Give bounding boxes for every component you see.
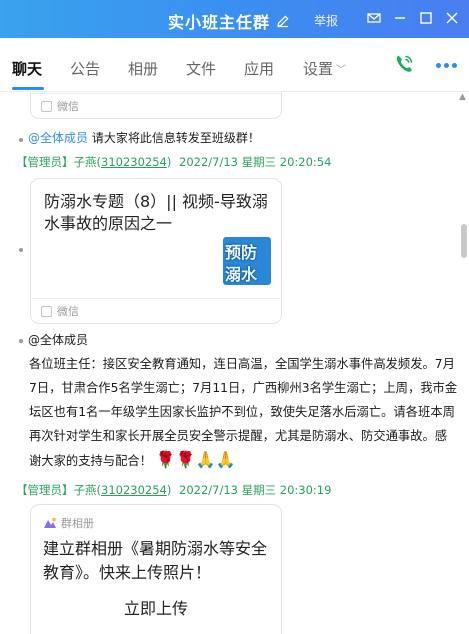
tab-settings[interactable]: 设置 ﹀ bbox=[303, 58, 346, 79]
video-thumbnail: 预防 溺水 bbox=[223, 237, 271, 285]
album-source: 群相册 bbox=[43, 515, 94, 531]
card-footer: 微信 bbox=[31, 93, 281, 118]
tab-files[interactable]: 文件 bbox=[186, 58, 216, 79]
card-source: 微信 bbox=[57, 305, 79, 318]
card-footer: 微信 bbox=[31, 298, 281, 323]
message-bullet bbox=[19, 339, 23, 343]
wechat-icon bbox=[41, 305, 52, 317]
sender-qq-link[interactable]: 310230254 bbox=[101, 155, 167, 169]
group-title: 实小班主任群 bbox=[168, 13, 271, 32]
more-options-icon[interactable] bbox=[436, 63, 457, 68]
tab-announcements[interactable]: 公告 bbox=[70, 58, 100, 79]
sender-name[interactable]: 子燕( bbox=[74, 155, 102, 169]
tab-apps[interactable]: 应用 bbox=[244, 58, 274, 79]
message-timestamp: 2022/7/13 星期三 20:20:54 bbox=[179, 155, 332, 169]
minimize-icon[interactable] bbox=[393, 11, 407, 25]
message-body: 请大家将此信息转发至班级群！ bbox=[91, 131, 260, 145]
upload-now-button[interactable]: 立即上传 bbox=[31, 595, 281, 619]
album-source-label: 群相册 bbox=[61, 517, 94, 530]
maximize-icon[interactable] bbox=[419, 11, 433, 25]
sender-meta: 【管理员】子燕(310230254) 2022/7/13 星期三 20:20:5… bbox=[16, 154, 331, 170]
video-share-card[interactable]: 防溺水专题（8）|| 视频-导致溺水事故的原因之一 预防 溺水 微信 bbox=[30, 178, 282, 324]
thumbnail-text: 溺水 bbox=[225, 265, 258, 284]
notice-emojis: 🌹🌹🙏🙏 bbox=[155, 450, 236, 469]
tab-album[interactable]: 相册 bbox=[128, 58, 158, 79]
scroll-up-icon[interactable]: ▲ bbox=[459, 92, 466, 102]
video-title: 防溺水专题（8）|| 视频-导致溺水事故的原因之一 bbox=[44, 192, 268, 233]
notice-text: 各位班主任：接区安全教育通知，连日高温，全国学生溺水事件高发频发。7月7日，甘肃… bbox=[29, 357, 458, 468]
sender-name[interactable]: 子燕( bbox=[74, 483, 102, 497]
tab-bar: 聊天 公告 相册 文件 应用 设置 ﹀ bbox=[0, 38, 469, 92]
mail-icon[interactable] bbox=[367, 11, 381, 25]
chat-area[interactable]: ▲ 微信 @全体成员 请大家将此信息转发至班级群！ 【管理员】子燕(310230… bbox=[0, 92, 469, 634]
message-timestamp: 2022/7/13 星期三 20:30:19 bbox=[179, 483, 332, 497]
card-source: 微信 bbox=[57, 100, 79, 113]
edit-icon[interactable] bbox=[276, 14, 290, 28]
tab-settings-label: 设置 bbox=[303, 60, 334, 78]
tab-chat[interactable]: 聊天 bbox=[12, 58, 42, 79]
chevron-down-icon: ﹀ bbox=[336, 65, 347, 76]
sender-role: 【管理员】 bbox=[16, 483, 74, 497]
sender-role: 【管理员】 bbox=[16, 155, 74, 169]
phone-icon[interactable] bbox=[392, 52, 416, 76]
group-album-card[interactable]: 群相册 建立群相册《暑期防溺水等安全教育》。快来上传照片！ 立即上传 bbox=[30, 504, 282, 634]
sender-meta: 【管理员】子燕(310230254) 2022/7/13 星期三 20:30:1… bbox=[16, 482, 331, 498]
thumbnail-text: 预防 bbox=[225, 243, 258, 262]
message-bullet bbox=[19, 138, 23, 142]
close-icon[interactable] bbox=[445, 11, 459, 25]
album-title: 建立群相册《暑期防溺水等安全教育》。快来上传照片！ bbox=[43, 539, 268, 582]
mention-all[interactable]: @全体成员 bbox=[28, 131, 88, 145]
sender-paren: ) bbox=[166, 483, 172, 497]
message-text: @全体成员 请大家将此信息转发至班级群！ bbox=[28, 130, 260, 147]
mention-all[interactable]: @全体成员 bbox=[28, 333, 88, 347]
window-titlebar: 实小班主任群 举报 bbox=[0, 0, 469, 38]
wechat-icon bbox=[41, 100, 52, 112]
notice-body: 各位班主任：接区安全教育通知，连日高温，全国学生溺水事件高发频发。7月7日，甘肃… bbox=[29, 352, 459, 473]
report-button[interactable]: 举报 bbox=[314, 12, 338, 29]
sender-qq-link[interactable]: 310230254 bbox=[101, 483, 167, 497]
shared-link-card[interactable]: 微信 bbox=[30, 92, 282, 119]
message-bullet bbox=[19, 248, 23, 252]
album-logo-icon bbox=[44, 517, 56, 528]
active-tab-indicator bbox=[12, 87, 44, 90]
scrollbar-thumb[interactable] bbox=[461, 224, 467, 258]
sender-paren: ) bbox=[166, 155, 172, 169]
message-mention-line: @全体成员 bbox=[28, 332, 88, 349]
